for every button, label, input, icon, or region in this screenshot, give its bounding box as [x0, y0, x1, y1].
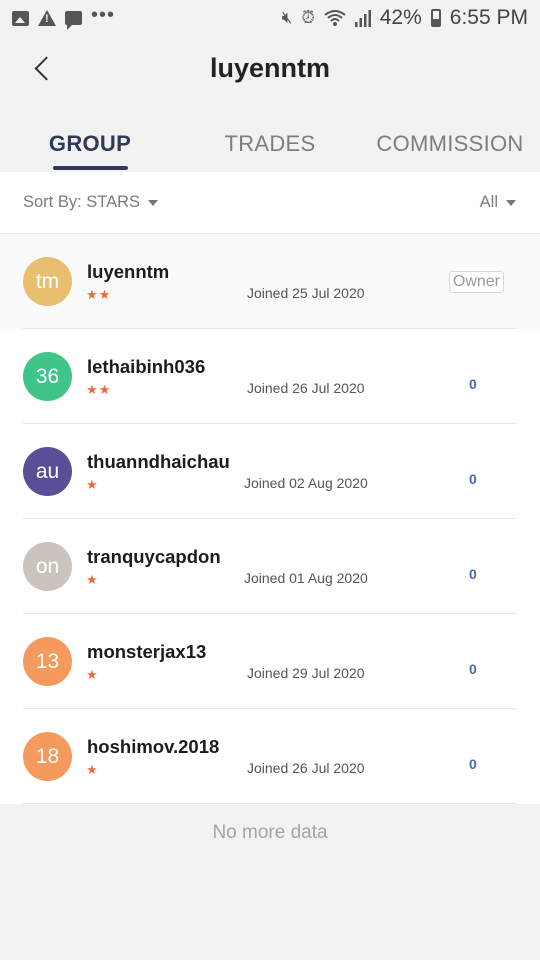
filter-label: All: [479, 193, 498, 211]
member-username: luyenntm: [87, 261, 170, 282]
app-header: luyenntm: [0, 36, 540, 104]
clock: 6:55 PM: [449, 6, 528, 29]
avatar: 13: [23, 637, 72, 686]
member-count: 0: [469, 471, 477, 487]
caret-down-icon: [148, 199, 159, 206]
status-bar: ••• 🔇︎ ⏰︎ 42% 6:55 PM: [0, 0, 540, 36]
joined-date: Joined 01 Aug 2020: [244, 570, 368, 586]
list-item[interactable]: au thuanndhaichau ★ Joined 02 Aug 2020 0: [0, 424, 540, 519]
sort-dropdown[interactable]: Sort By: STARS: [23, 193, 159, 212]
member-count: 0: [469, 661, 477, 677]
list-item[interactable]: 36 lethaibinh036 ★ ★ Joined 26 Jul 2020 0: [0, 329, 540, 424]
battery-percent: 42%: [379, 6, 422, 29]
star-icon: ★: [86, 572, 98, 587]
list-item[interactable]: 13 monsterjax13 ★ Joined 29 Jul 2020 0: [0, 614, 540, 709]
joined-date: Joined 26 Jul 2020: [247, 380, 365, 396]
tab-commission[interactable]: COMMISSION: [360, 110, 540, 172]
joined-date: Joined 26 Jul 2020: [247, 760, 365, 776]
member-username: tranquycapdon: [87, 546, 221, 567]
more-dots-icon: •••: [91, 3, 116, 26]
avatar: 36: [23, 352, 72, 401]
filter-dropdown[interactable]: All: [480, 193, 516, 212]
star-rating: ★: [86, 573, 98, 586]
star-icon: ★: [86, 477, 98, 492]
star-icon: ★: [86, 287, 98, 302]
star-rating: ★ ★: [86, 288, 110, 301]
tab-group[interactable]: GROUP: [0, 110, 180, 172]
tab-bar: GROUP TRADES COMMISSION: [0, 110, 540, 172]
wifi-icon: [324, 10, 346, 26]
list-item[interactable]: on tranquycapdon ★ Joined 01 Aug 2020 0: [0, 519, 540, 614]
star-rating: ★: [86, 763, 98, 776]
star-rating: ★ ★: [86, 383, 110, 396]
joined-date: Joined 29 Jul 2020: [247, 665, 365, 681]
avatar: tm: [23, 257, 72, 306]
signal-icon: [354, 10, 371, 27]
avatar: au: [23, 447, 72, 496]
joined-date: Joined 02 Aug 2020: [244, 475, 368, 491]
avatar: 18: [23, 732, 72, 781]
message-icon: [65, 11, 82, 30]
star-rating: ★: [86, 478, 98, 491]
alarm-icon: ⏰︎: [301, 8, 315, 27]
joined-date: Joined 25 Jul 2020: [247, 285, 365, 301]
member-username: hoshimov.2018: [87, 736, 220, 757]
star-icon: ★: [86, 382, 98, 397]
member-count: 0: [469, 566, 477, 582]
member-username: thuanndhaichau: [87, 451, 230, 472]
avatar: on: [23, 542, 72, 591]
sort-label: Sort By: STARS: [23, 193, 141, 211]
member-list: tm luyenntm ★ ★ Joined 25 Jul 2020 Owner …: [0, 234, 540, 804]
star-rating: ★: [86, 668, 98, 681]
warning-icon: [38, 10, 56, 26]
star-icon: ★: [86, 667, 98, 682]
image-icon: [12, 10, 29, 26]
member-count: 0: [469, 376, 477, 392]
battery-icon: [430, 9, 441, 27]
page-title: luyenntm: [209, 53, 330, 83]
divider: [23, 803, 517, 804]
list-item[interactable]: 18 hoshimov.2018 ★ Joined 26 Jul 2020 0: [0, 709, 540, 804]
star-icon: ★: [98, 287, 111, 302]
member-username: monsterjax13: [87, 641, 207, 662]
no-more-data-label: No more data: [212, 822, 328, 843]
mute-icon: 🔇︎: [281, 8, 293, 27]
star-icon: ★: [86, 762, 98, 777]
tab-trades[interactable]: TRADES: [180, 110, 360, 172]
member-username: lethaibinh036: [87, 356, 206, 377]
member-count: 0: [469, 756, 477, 772]
sort-bar: Sort By: STARS All: [0, 172, 540, 234]
members-panel: Sort By: STARS All tm luyenntm ★ ★ Joined…: [0, 172, 540, 804]
list-item[interactable]: tm luyenntm ★ ★ Joined 25 Jul 2020 Owner: [0, 234, 540, 329]
caret-down-icon: [506, 199, 516, 206]
star-icon: ★: [98, 382, 111, 397]
owner-badge: Owner: [448, 271, 504, 293]
